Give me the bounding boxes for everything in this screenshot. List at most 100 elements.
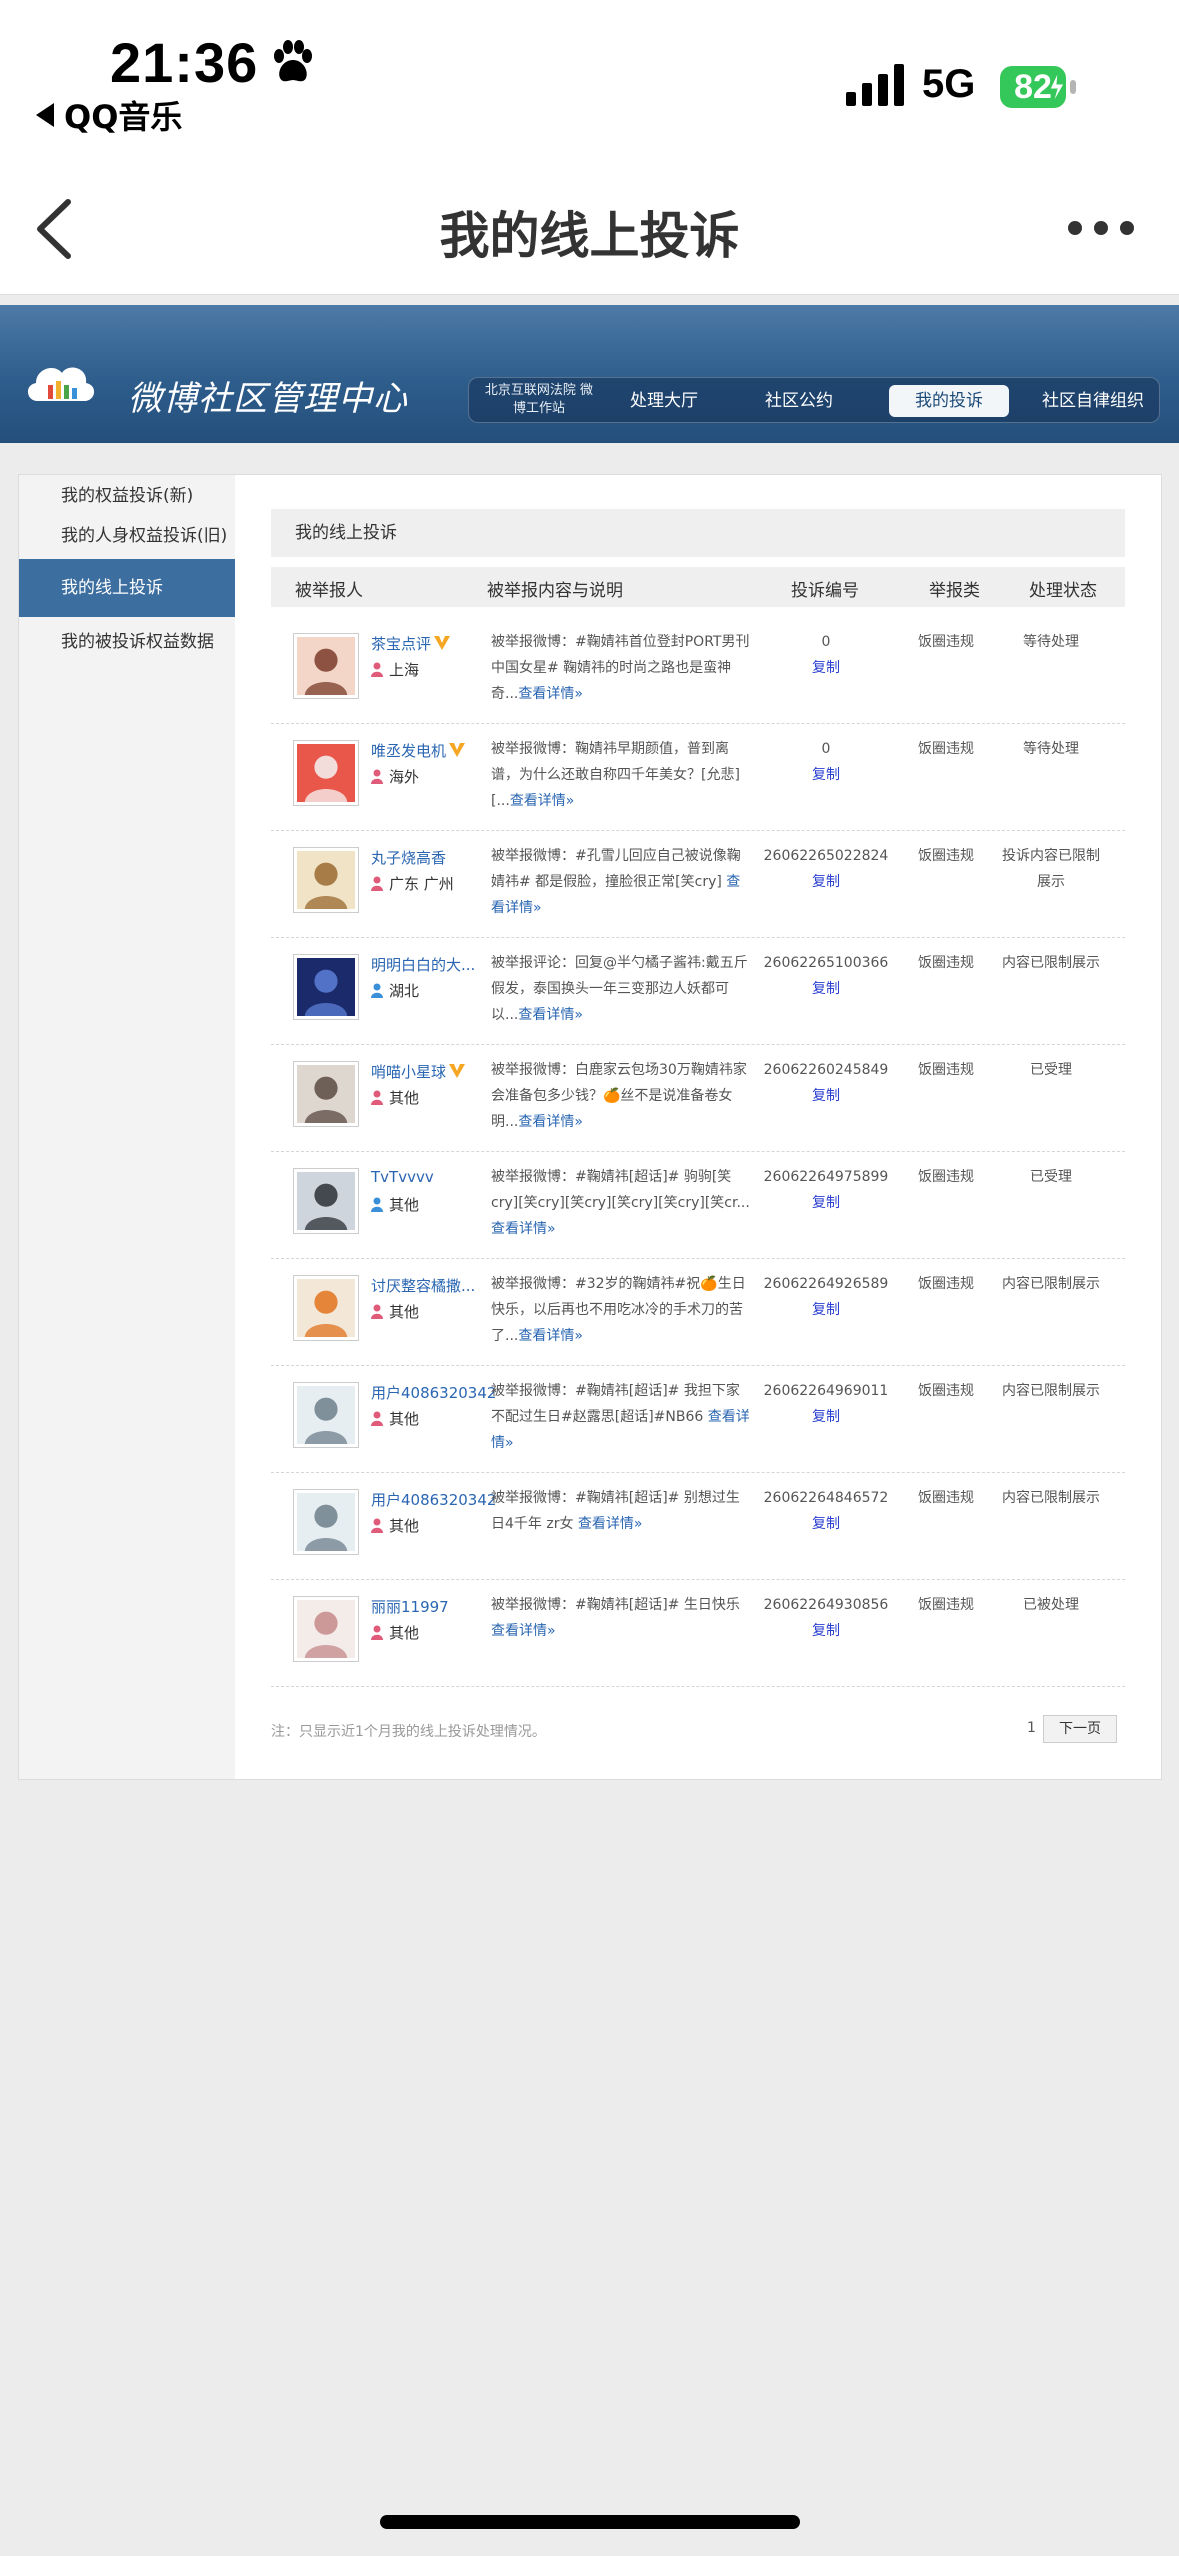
view-details-link[interactable]: 查看详情» — [518, 686, 583, 702]
copy-button[interactable]: 复制 — [755, 869, 897, 895]
col-report-type: 举报类 — [929, 581, 980, 601]
sidebar-item-personal-rights-old[interactable]: 我的人身权益投诉(旧) — [19, 521, 235, 551]
person-icon — [371, 1304, 383, 1319]
copy-button[interactable]: 复制 — [755, 1618, 897, 1644]
report-type: 饭圈违规 — [918, 634, 974, 650]
user-location: 其他 — [371, 1515, 419, 1536]
reported-user-name[interactable]: 哨喵小星球 — [371, 1061, 466, 1082]
nav-bar: 我的线上投诉 — [0, 160, 1179, 295]
view-details-link[interactable]: 查看详情» — [518, 1007, 583, 1023]
user-name-text: 明明白白的大... — [371, 956, 476, 974]
avatar[interactable] — [293, 633, 359, 699]
person-icon — [371, 1518, 383, 1533]
user-location: 其他 — [371, 1408, 419, 1429]
person-icon — [371, 662, 383, 677]
reported-user-name[interactable]: 丸子烧高香 — [371, 847, 446, 868]
sidebar-item-online-complaints[interactable]: 我的线上投诉 — [19, 559, 235, 617]
table-row: 茶宝点评上海 被举报微博：#鞠婧祎首位登封PORT男刊中国女星# 鞠婧祎的时尚之路… — [271, 617, 1125, 724]
report-type: 饭圈违规 — [918, 1597, 974, 1613]
reported-user-name[interactable]: 茶宝点评 — [371, 633, 451, 654]
complaint-content: 被举报微博：白鹿家云包场30万鞠婧祎家会准备包多少钱？🍊丝不是说准备卷女明...… — [491, 1057, 753, 1135]
avatar-image — [297, 637, 355, 695]
complaint-id: 26062264926589 — [763, 1276, 889, 1292]
clock: 21:36 — [110, 31, 259, 94]
view-details-link[interactable]: 查看详情» — [518, 1114, 583, 1130]
reported-user-name[interactable]: 明明白白的大... — [371, 954, 475, 975]
reported-user-name[interactable]: 讨厌整容橘撒... — [371, 1275, 475, 1296]
copy-button[interactable]: 复制 — [755, 976, 897, 1002]
copy-button[interactable]: 复制 — [755, 1190, 897, 1216]
table-row: 丸子烧高香 广东 广州 被举报微博：#孔雪儿回应自己被说像鞠婧祎# 都是假脸，撞脸很… — [271, 831, 1125, 938]
complaint-id: 26062264969011 — [763, 1383, 889, 1399]
table-row: TvTvvvv 其他 被举报微博：#鞠婧祎[超话]# 驹驹[笑cry][笑cry][… — [271, 1152, 1125, 1259]
user-location: 湖北 — [371, 980, 419, 1001]
menu-item-self-discipline[interactable]: 社区自律组织 — [1029, 385, 1157, 417]
avatar[interactable] — [293, 1382, 359, 1448]
copy-button[interactable]: 复制 — [755, 762, 897, 788]
copy-button[interactable]: 复制 — [755, 1404, 897, 1430]
copy-button[interactable]: 复制 — [755, 1511, 897, 1537]
view-details-link[interactable]: 查看详情» — [491, 1623, 556, 1639]
footer-note: 注：只显示近1个月我的线上投诉处理情况。 — [271, 1724, 546, 1740]
report-type: 饭圈违规 — [918, 1062, 974, 1078]
complaint-content: 被举报微博：#鞠婧祎[超话]# 生日快乐 查看详情» — [491, 1592, 753, 1644]
person-icon — [371, 1411, 383, 1426]
status-bar: 21:36 QQ音乐 5G 82 — [0, 0, 1179, 160]
reported-user-name[interactable]: 用户4086320342 — [371, 1382, 496, 1403]
user-location: 上海 — [371, 659, 419, 680]
col-status: 处理状态 — [1029, 581, 1097, 601]
complaint-content: 被举报微博：#鞠婧祎首位登封PORT男刊中国女星# 鞠婧祎的时尚之路也是蛮神奇.… — [491, 629, 753, 707]
menu-item-rules[interactable]: 社区公约 — [744, 385, 854, 417]
view-details-link[interactable]: 查看详情» — [518, 1328, 583, 1344]
avatar-image — [297, 1386, 355, 1444]
avatar[interactable] — [293, 1489, 359, 1555]
report-type: 饭圈违规 — [918, 1383, 974, 1399]
home-indicator[interactable] — [380, 2515, 800, 2529]
user-name-text: TvTvvvv — [371, 1168, 434, 1186]
avatar[interactable] — [293, 1275, 359, 1341]
avatar-image — [297, 1172, 355, 1230]
complaint-id: 26062260245849 — [763, 1062, 889, 1078]
view-details-link[interactable]: 查看详情» — [510, 793, 575, 809]
table-row: 用户4086320342 其他 被举报微博：#鞠婧祎[超话]# 我担下家不配过生日#… — [271, 1366, 1125, 1473]
content-text: 被举报微博：#鞠婧祎[超话]# 生日快乐 — [491, 1597, 740, 1613]
reported-user-name[interactable]: TvTvvvv — [371, 1168, 434, 1186]
copy-button[interactable]: 复制 — [755, 655, 897, 681]
avatar[interactable] — [293, 1168, 359, 1234]
reported-user-name[interactable]: 丽丽11997 — [371, 1596, 449, 1617]
copy-button[interactable]: 复制 — [755, 1083, 897, 1109]
user-name-text: 哨喵小星球 — [371, 1063, 447, 1081]
report-type: 饭圈违规 — [918, 1490, 974, 1506]
complaint-content: 被举报微博：#孔雪儿回应自己被说像鞠婧祎# 都是假脸，撞脸很正常[笑cry] 查… — [491, 843, 753, 921]
report-type: 饭圈违规 — [918, 1276, 974, 1292]
user-location: 其他 — [371, 1622, 419, 1643]
copy-button[interactable]: 复制 — [755, 1297, 897, 1323]
avatar-image — [297, 1279, 355, 1337]
sidebar-item-complained-data[interactable]: 我的被投诉权益数据 — [19, 627, 235, 657]
view-details-link[interactable]: 查看详情» — [578, 1516, 643, 1532]
person-icon — [371, 1625, 383, 1640]
more-icon[interactable] — [1066, 216, 1136, 240]
menu-item-my-complaints[interactable]: 我的投诉 — [889, 385, 1009, 417]
back-to-app-button[interactable]: QQ音乐 — [36, 92, 182, 138]
view-details-link[interactable]: 查看详情» — [491, 1221, 556, 1237]
court-link[interactable]: 北京互联网法院 微博工作站 — [479, 382, 599, 418]
user-location: 其他 — [371, 1087, 419, 1108]
avatar-image — [297, 1600, 355, 1658]
reported-user-name[interactable]: 唯丞发电机 — [371, 740, 466, 761]
menu-item-hall[interactable]: 处理大厅 — [609, 385, 719, 417]
sidebar-item-rights-new[interactable]: 我的权益投诉(新) — [19, 481, 235, 511]
person-icon — [371, 1090, 383, 1105]
avatar[interactable] — [293, 1061, 359, 1127]
page-number[interactable]: 1 — [1027, 1720, 1036, 1736]
person-icon — [371, 983, 383, 998]
next-page-button[interactable]: 下一页 — [1043, 1715, 1117, 1743]
reported-user-name[interactable]: 用户4086320342 — [371, 1489, 496, 1510]
complaint-content: 被举报微博：#鞠婧祎[超话]# 驹驹[笑cry][笑cry][笑cry][笑cr… — [491, 1164, 753, 1242]
user-name-text: 丸子烧高香 — [371, 849, 447, 867]
avatar[interactable] — [293, 740, 359, 806]
avatar[interactable] — [293, 1596, 359, 1662]
avatar[interactable] — [293, 847, 359, 913]
avatar[interactable] — [293, 954, 359, 1020]
location-text: 其他 — [389, 1410, 420, 1428]
